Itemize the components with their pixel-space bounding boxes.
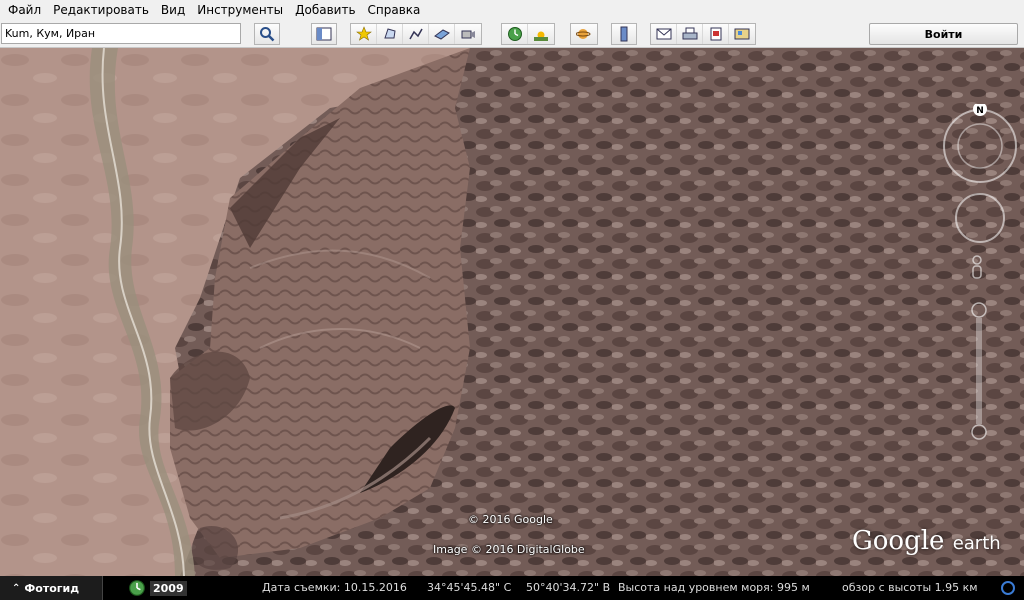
polygon-icon bbox=[383, 28, 396, 39]
menu-bar: Файл Редактировать Вид Инструменты Добав… bbox=[0, 0, 1024, 20]
record-tour-icon bbox=[461, 30, 475, 39]
placemark-icon bbox=[355, 26, 372, 41]
tour-guide-button[interactable]: ⌃ Фотогид bbox=[0, 576, 103, 600]
view-in-maps-button[interactable] bbox=[729, 24, 755, 44]
view-in-maps-icon bbox=[734, 28, 750, 40]
sidebar-toggle-button[interactable] bbox=[311, 23, 337, 45]
menu-help[interactable]: Справка bbox=[362, 0, 427, 20]
record-tour-button[interactable] bbox=[455, 24, 481, 44]
tour-guide-label: Фотогид bbox=[24, 581, 80, 595]
copyright-google: © 2016 Google bbox=[468, 513, 553, 526]
streaming-progress-icon bbox=[1001, 581, 1015, 595]
logo-earth: earth bbox=[952, 533, 1001, 554]
add-polygon-button[interactable] bbox=[377, 24, 403, 44]
print-button[interactable] bbox=[677, 24, 703, 44]
historical-imagery-indicator[interactable]: 2009 bbox=[128, 579, 187, 597]
add-image-overlay-button[interactable] bbox=[429, 24, 455, 44]
menu-edit[interactable]: Редактировать bbox=[47, 0, 155, 20]
status-bar: ⌃ Фотогид 2009 Дата съемки: 10.15.2016 3… bbox=[0, 576, 1024, 600]
share-tools-group bbox=[650, 23, 756, 45]
search-input[interactable] bbox=[1, 23, 241, 44]
menu-file[interactable]: Файл bbox=[2, 0, 47, 20]
print-icon bbox=[682, 27, 697, 40]
path-icon bbox=[408, 28, 423, 40]
copyright-imagery: Image © 2016 DigitalGlobe bbox=[433, 543, 585, 556]
menu-view[interactable]: Вид bbox=[155, 0, 191, 20]
imagery-date: Дата съемки: 10.15.2016 bbox=[262, 581, 407, 594]
elevation: Высота над уровнем моря: 995 м bbox=[618, 581, 810, 594]
sunlight-icon bbox=[534, 31, 548, 41]
zoom-in-icon[interactable] bbox=[971, 302, 987, 318]
email-button[interactable] bbox=[651, 24, 677, 44]
move-joystick[interactable] bbox=[955, 193, 1005, 243]
email-icon bbox=[656, 28, 671, 40]
create-tools-group bbox=[350, 23, 482, 45]
search-button[interactable] bbox=[254, 23, 280, 45]
sunlight-button[interactable] bbox=[528, 24, 554, 44]
view-tools-group bbox=[501, 23, 555, 45]
add-placemark-button[interactable] bbox=[351, 24, 377, 44]
latitude: 34°45'45.48" С bbox=[427, 581, 512, 594]
save-image-icon bbox=[710, 27, 721, 41]
compass-label: N bbox=[976, 106, 984, 116]
search-icon bbox=[260, 27, 275, 42]
ruler-icon bbox=[620, 26, 628, 42]
google-earth-logo: Google earth bbox=[852, 526, 1001, 556]
sidebar-toggle-icon bbox=[316, 27, 332, 41]
historical-imagery-button[interactable] bbox=[502, 24, 528, 44]
save-image-button[interactable] bbox=[703, 24, 729, 44]
historical-imagery-icon bbox=[129, 580, 145, 596]
zoom-out-icon[interactable] bbox=[971, 424, 987, 440]
menu-add[interactable]: Добавить bbox=[289, 0, 361, 20]
street-view-pegman-icon[interactable] bbox=[972, 255, 982, 279]
imagery-year: 2009 bbox=[150, 580, 187, 596]
ruler-button[interactable] bbox=[611, 23, 637, 45]
chevron-up-icon: ⌃ bbox=[12, 582, 21, 594]
map-viewport[interactable]: © 2016 Google Image © 2016 DigitalGlobe … bbox=[0, 48, 1024, 576]
toolbar: Войти bbox=[0, 20, 1024, 48]
menu-tools[interactable]: Инструменты bbox=[191, 0, 289, 20]
eye-altitude: обзор с высоты 1.95 км bbox=[842, 581, 978, 594]
navigation-controls: N bbox=[943, 104, 1017, 440]
longitude: 50°40'34.72" В bbox=[526, 581, 611, 594]
planets-icon bbox=[576, 29, 591, 39]
historical-imagery-icon bbox=[507, 27, 522, 41]
planets-button[interactable] bbox=[570, 23, 598, 45]
add-path-button[interactable] bbox=[403, 24, 429, 44]
zoom-slider[interactable] bbox=[971, 302, 987, 440]
logo-google: Google bbox=[852, 526, 945, 556]
satellite-imagery bbox=[0, 48, 1024, 576]
login-button[interactable]: Войти bbox=[869, 23, 1018, 45]
image-overlay-icon bbox=[433, 29, 450, 40]
